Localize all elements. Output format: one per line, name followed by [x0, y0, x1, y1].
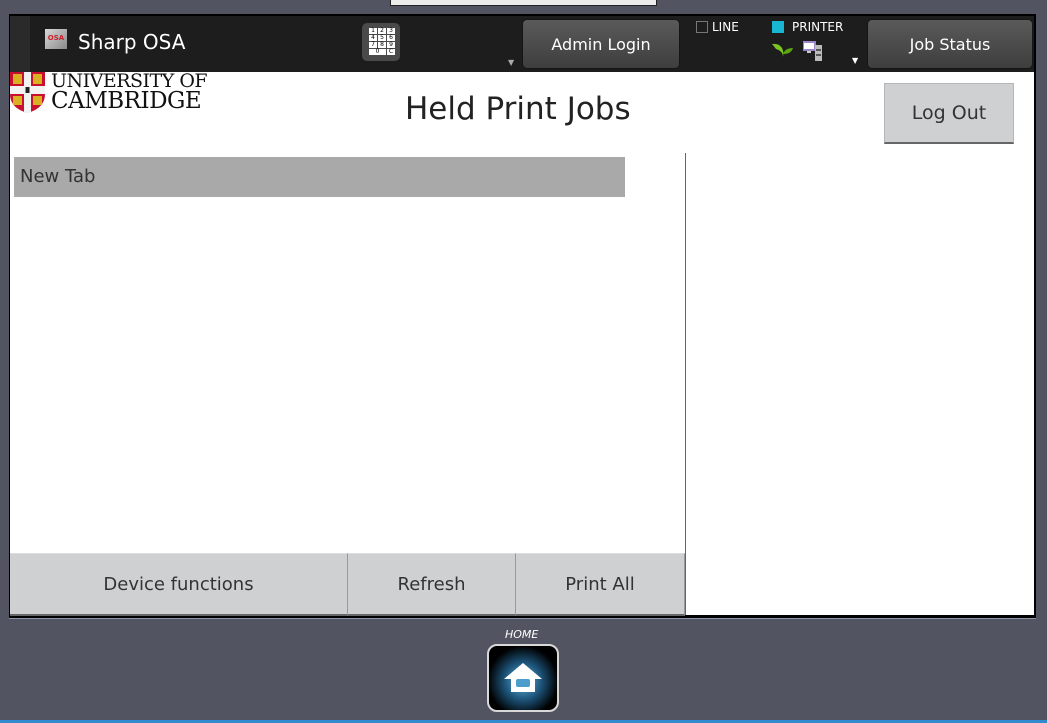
main-panel: UNIVERSITY OF CAMBRIDGE Held Print Jobs …: [10, 72, 1034, 616]
top-bar: OSA Sharp OSA 1 2 3 4 5 6 7 8 9 0 C ▼ Ad…: [10, 16, 1034, 72]
printer-pc-icon: [803, 41, 822, 61]
line-status-label: LINE: [712, 20, 739, 34]
app-title: Sharp OSA: [78, 30, 186, 54]
status-dropdown-caret-icon[interactable]: ▼: [852, 56, 858, 65]
header-edge: [10, 16, 30, 72]
university-name: UNIVERSITY OF CAMBRIDGE: [51, 72, 208, 114]
dropdown-caret-icon[interactable]: ▼: [508, 58, 514, 67]
keypad-icon[interactable]: 1 2 3 4 5 6 7 8 9 0 C: [362, 23, 400, 61]
tab-new-tab[interactable]: New Tab: [14, 157, 625, 197]
line-indicator-icon: [696, 21, 708, 33]
home-label: HOME: [505, 628, 539, 641]
cambridge-crest-icon: [10, 72, 45, 113]
panel-divider: [685, 153, 686, 615]
admin-login-button[interactable]: Admin Login: [522, 19, 680, 69]
printer-status: PRINTER: [772, 20, 843, 34]
osa-app-icon: OSA: [45, 29, 67, 49]
logo-line2: CAMBRIDGE: [51, 88, 202, 114]
log-out-button[interactable]: Log Out: [884, 83, 1014, 144]
eco-leaf-icon: [772, 43, 793, 57]
line-status: LINE: [696, 20, 739, 34]
home-icon: [504, 663, 542, 692]
home-button[interactable]: [487, 644, 559, 712]
print-all-button[interactable]: Print All: [516, 553, 685, 616]
top-strip: [390, 0, 657, 6]
keypad-key: 0: [369, 49, 386, 55]
keypad-key: 8: [378, 42, 386, 48]
printer-indicator-icon: [772, 21, 784, 33]
university-logo: UNIVERSITY OF CAMBRIDGE: [10, 72, 208, 114]
action-bar: Device functions Refresh Print All: [10, 553, 685, 616]
keypad-key: C: [387, 48, 395, 55]
page-title: Held Print Jobs: [405, 91, 631, 127]
job-status-button[interactable]: Job Status: [867, 19, 1033, 69]
refresh-button[interactable]: Refresh: [348, 553, 516, 616]
printer-status-label: PRINTER: [792, 20, 844, 34]
device-functions-button[interactable]: Device functions: [10, 553, 348, 616]
